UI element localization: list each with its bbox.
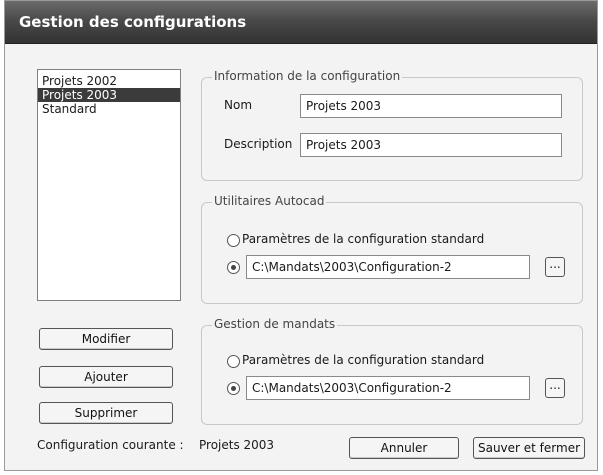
info-group: Information de la configuration Nom Proj… [201,69,583,181]
info-group-legend: Information de la configuration [212,69,403,83]
autocad-standard-radio[interactable] [227,234,240,247]
description-field[interactable]: Projets 2003 [300,133,562,157]
autocad-path-field[interactable]: C:\Mandats\2003\Configuration-2 [246,255,530,279]
mandats-custom-radio[interactable] [227,382,240,395]
ajouter-button[interactable]: Ajouter [39,366,173,388]
mandats-path-field[interactable]: C:\Mandats\2003\Configuration-2 [246,376,530,400]
current-config-value: Projets 2003 [199,438,275,452]
autocad-browse-button[interactable]: ... [545,257,565,277]
title-bar: Gestion des configurations [5,1,597,44]
mandats-standard-label: Paramètres de la configuration standard [242,353,485,367]
mandats-group-legend: Gestion de mandats [212,317,338,331]
save-close-button[interactable]: Sauver et fermer [473,437,585,459]
configurations-list[interactable]: Projets 2002 Projets 2003 Standard [37,69,181,301]
current-config-label: Configuration courante : [37,438,184,452]
modifier-button[interactable]: Modifier [39,328,173,350]
supprimer-button[interactable]: Supprimer [39,402,173,424]
window-title: Gestion des configurations [19,13,247,31]
list-item[interactable]: Standard [38,102,180,116]
list-item[interactable]: Projets 2002 [38,74,180,88]
autocad-standard-label: Paramètres de la configuration standard [242,232,485,246]
autocad-group-legend: Utilitaires Autocad [212,194,327,208]
list-item-selected[interactable]: Projets 2003 [38,88,180,102]
autocad-group: Utilitaires Autocad Paramètres de la con… [201,194,583,304]
config-dialog: Gestion des configurations Projets 2002 … [4,0,598,471]
description-label: Description [224,137,293,151]
nom-field[interactable]: Projets 2003 [300,94,562,118]
autocad-custom-radio[interactable] [227,261,240,274]
mandats-standard-radio[interactable] [227,355,240,368]
mandats-group: Gestion de mandats Paramètres de la conf… [201,317,583,425]
annuler-button[interactable]: Annuler [349,437,459,459]
nom-label: Nom [224,98,253,112]
mandats-browse-button[interactable]: ... [545,378,565,398]
